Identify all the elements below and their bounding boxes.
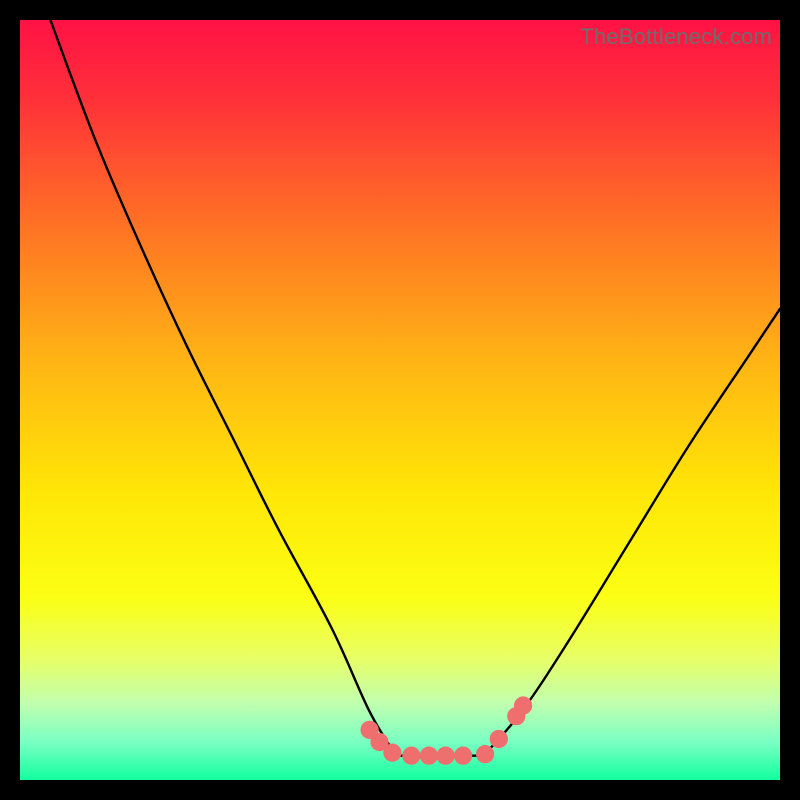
chart-frame: TheBottleneck.com (20, 20, 780, 780)
marker-dot (420, 747, 438, 765)
series-right-limb (484, 309, 780, 756)
marker-dot (476, 745, 494, 763)
chart-curves (20, 20, 780, 780)
marker-dot (436, 747, 454, 765)
series-left-limb (50, 20, 396, 756)
watermark-text: TheBottleneck.com (580, 24, 772, 50)
marker-dot (383, 744, 401, 762)
marker-dot (454, 747, 472, 765)
series-group (50, 20, 780, 756)
plot-area: TheBottleneck.com (20, 20, 780, 780)
marker-dot (490, 730, 508, 748)
marker-dot (402, 747, 420, 765)
marker-dot (514, 696, 532, 714)
